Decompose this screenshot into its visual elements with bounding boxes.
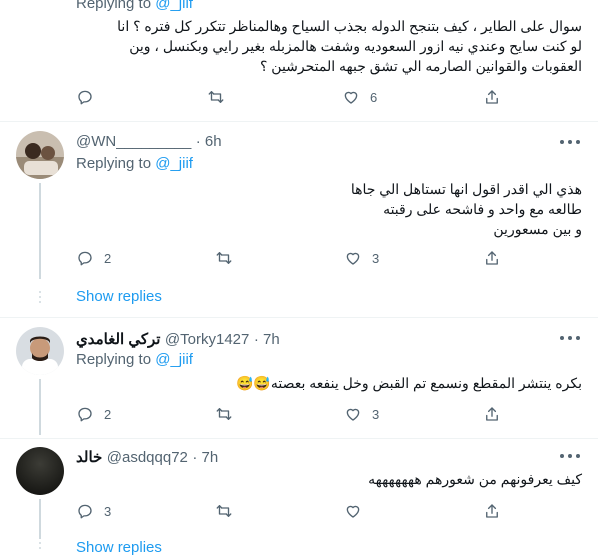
avatar[interactable] (16, 131, 64, 179)
show-replies-link[interactable]: Show replies (76, 288, 162, 305)
display-name[interactable]: تركي الغامدي (76, 331, 160, 348)
share-button[interactable] (483, 249, 501, 267)
like-icon (346, 505, 360, 518)
thread-line (39, 183, 41, 279)
thread-dots (38, 542, 42, 554)
like-button[interactable]: 3 (344, 249, 379, 267)
user-handle[interactable]: @WN_________ (76, 133, 191, 150)
replying-handle-link[interactable]: @_jiif (155, 155, 193, 172)
tweet-time[interactable]: · 7h (192, 449, 218, 466)
tweet-text: بكره ينتشر المقطع ونسمع تم القبض وخل ينف… (235, 375, 582, 391)
divider (0, 121, 598, 122)
display-name[interactable]: خالد (76, 449, 102, 466)
avatar[interactable] (16, 447, 64, 495)
more-icon[interactable] (560, 453, 580, 459)
user-handle[interactable]: @asdqqq72 (107, 449, 188, 466)
share-icon (486, 251, 498, 265)
replying-to: Replying to @_jiif (76, 155, 193, 172)
retweet-icon (216, 252, 232, 264)
share-button[interactable] (483, 88, 501, 106)
share-icon (486, 90, 498, 104)
share-button[interactable] (483, 405, 501, 423)
retweet-button[interactable] (215, 405, 243, 423)
avatar[interactable] (16, 327, 64, 375)
divider (0, 438, 598, 439)
like-icon (346, 408, 360, 421)
share-button[interactable] (483, 502, 501, 520)
share-icon (486, 407, 498, 421)
reply-icon (78, 407, 92, 422)
tweet-header: خالد @asdqqq72 · 7h (76, 448, 218, 467)
thread-dots (38, 291, 42, 303)
tweet-time[interactable]: · 6h (196, 133, 222, 150)
tweet-header: تركي الغامدي @Torky1427 · 7h (76, 330, 280, 349)
more-icon[interactable] (560, 335, 580, 341)
like-icon (344, 91, 358, 104)
reply-icon (78, 90, 92, 105)
reply-button[interactable]: 2 (76, 405, 111, 423)
user-handle[interactable]: @Torky1427 (165, 331, 249, 348)
replying-to: Replying to @_jiif (76, 351, 193, 368)
reply-icon (78, 251, 92, 266)
tweet-header: @WN_________ · 6h (76, 133, 222, 151)
show-replies-link[interactable]: Show replies (76, 539, 162, 556)
retweet-icon (216, 408, 232, 420)
tweet-text: سوال على الطاير ، كيف بتنجح الدوله بجذب … (117, 18, 582, 74)
replying-handle-link[interactable]: @_jiif (155, 351, 193, 368)
retweet-button[interactable] (207, 88, 235, 106)
retweet-button[interactable] (215, 249, 243, 267)
thread-line (39, 379, 41, 435)
like-button[interactable] (344, 502, 372, 520)
reply-button[interactable]: 2 (76, 249, 111, 267)
like-button[interactable]: 6 (342, 88, 377, 106)
tweet-text: هذي الي اقدر اقول انها تستاهل الي جاها ط… (350, 181, 582, 237)
like-icon (346, 252, 360, 265)
like-button[interactable]: 3 (344, 405, 379, 423)
replying-handle-link[interactable]: @_jiif (155, 0, 193, 12)
tweet-text: كيف يعرفونهم من شعورهم هههههههه (368, 471, 582, 487)
reply-button[interactable] (76, 88, 104, 106)
retweet-icon (208, 91, 224, 103)
reply-icon (78, 504, 92, 519)
replying-to-1: Replying to @_jiif (76, 0, 193, 12)
tweet-top-avatar[interactable] (16, 0, 64, 20)
thread-line (39, 499, 41, 539)
tweet-time[interactable]: · 7h (254, 331, 280, 348)
reply-button[interactable]: 3 (76, 502, 111, 520)
more-icon[interactable] (560, 139, 580, 145)
share-icon (486, 504, 498, 518)
retweet-button[interactable] (215, 502, 243, 520)
divider (0, 317, 598, 318)
retweet-icon (216, 505, 232, 517)
